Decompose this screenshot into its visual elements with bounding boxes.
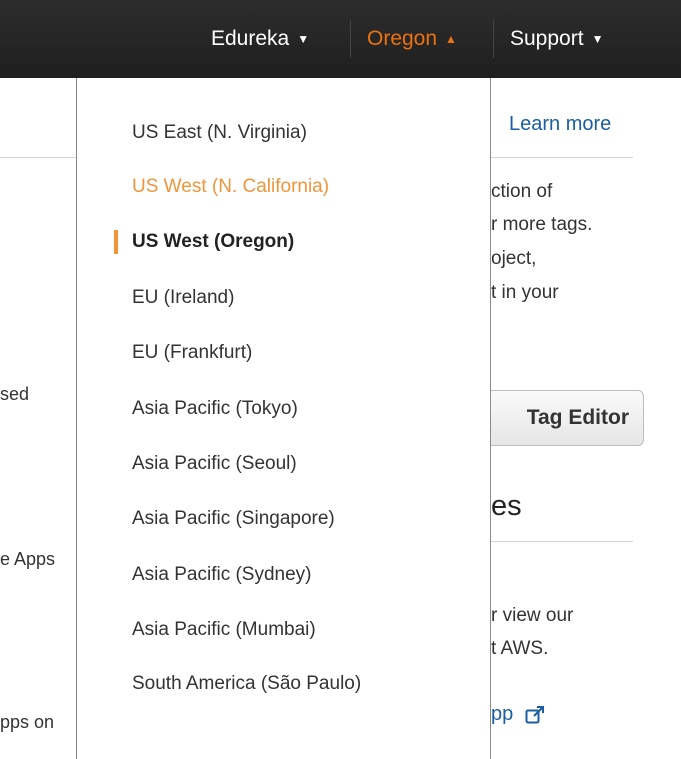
region-item-us-east-n-virginia[interactable]: US East (N. Virginia) bbox=[132, 113, 307, 153]
region-item-label: Asia Pacific (Tokyo) bbox=[132, 398, 298, 419]
region-menu[interactable]: Oregon ▲ bbox=[367, 0, 457, 78]
chevron-down-icon: ▼ bbox=[297, 32, 310, 46]
region-item-label: EU (Frankfurt) bbox=[132, 342, 253, 363]
sidebar-text: e Apps bbox=[0, 549, 56, 569]
region-item-label: South America (São Paulo) bbox=[132, 673, 362, 694]
region-item-label: Asia Pacific (Singapore) bbox=[132, 508, 335, 529]
external-link-icon bbox=[525, 705, 545, 724]
account-menu[interactable]: Edureka ▼ bbox=[211, 0, 309, 78]
app-link[interactable]: pp bbox=[491, 703, 545, 726]
sidebar-text: sed bbox=[0, 384, 30, 404]
region-item-eu-frankfurt[interactable]: EU (Frankfurt) bbox=[132, 333, 252, 373]
region-item-asia-pacific-sydney[interactable]: Asia Pacific (Sydney) bbox=[132, 555, 312, 595]
region-item-label: EU (Ireland) bbox=[132, 287, 235, 308]
support-menu-label: Support bbox=[510, 27, 584, 50]
description-text: ction of bbox=[491, 181, 553, 202]
region-item-asia-pacific-mumbai[interactable]: Asia Pacific (Mumbai) bbox=[132, 610, 316, 650]
section-heading: es bbox=[491, 490, 522, 522]
region-item-label: Asia Pacific (Mumbai) bbox=[132, 619, 316, 640]
region-item-label: US West (N. California) bbox=[132, 176, 330, 197]
top-navbar: Edureka ▼ Oregon ▲ Support ▼ bbox=[0, 0, 681, 78]
description-text: t AWS. bbox=[491, 638, 549, 659]
region-item-label: US East (N. Virginia) bbox=[132, 122, 307, 143]
sidebar-text: pps on bbox=[0, 712, 55, 732]
region-item-eu-ireland[interactable]: EU (Ireland) bbox=[132, 278, 234, 318]
region-item-us-west-oregon[interactable]: US West (Oregon) bbox=[132, 222, 294, 262]
app-link-label: pp bbox=[491, 703, 514, 725]
divider bbox=[491, 157, 633, 158]
nav-divider bbox=[350, 20, 351, 58]
chevron-down-icon: ▼ bbox=[591, 32, 604, 46]
region-item-label: Asia Pacific (Sydney) bbox=[132, 564, 312, 585]
account-menu-label: Edureka bbox=[211, 27, 290, 50]
region-item-asia-pacific-seoul[interactable]: Asia Pacific (Seoul) bbox=[132, 444, 297, 484]
region-item-label: Asia Pacific (Seoul) bbox=[132, 453, 297, 474]
region-item-label: US West (Oregon) bbox=[132, 231, 295, 252]
nav-divider bbox=[493, 20, 494, 58]
divider bbox=[0, 157, 76, 158]
description-text: oject, bbox=[491, 248, 537, 269]
description-text: r view our bbox=[491, 605, 574, 626]
region-item-asia-pacific-tokyo[interactable]: Asia Pacific (Tokyo) bbox=[132, 389, 298, 429]
tag-editor-button-label: Tag Editor bbox=[526, 406, 629, 429]
region-menu-label: Oregon bbox=[367, 27, 438, 50]
support-menu[interactable]: Support ▼ bbox=[510, 0, 603, 78]
region-item-us-west-n-california[interactable]: US West (N. California) bbox=[132, 167, 329, 207]
region-item-asia-pacific-singapore[interactable]: Asia Pacific (Singapore) bbox=[132, 499, 335, 539]
chevron-up-icon: ▲ bbox=[445, 32, 457, 46]
selected-indicator bbox=[114, 230, 118, 254]
description-text: r more tags. bbox=[491, 214, 593, 235]
learn-more-link[interactable]: Learn more bbox=[509, 113, 611, 136]
divider bbox=[491, 541, 633, 542]
region-item-south-america-sao-paulo[interactable]: South America (São Paulo) bbox=[132, 664, 361, 704]
description-text: t in your bbox=[491, 282, 559, 303]
